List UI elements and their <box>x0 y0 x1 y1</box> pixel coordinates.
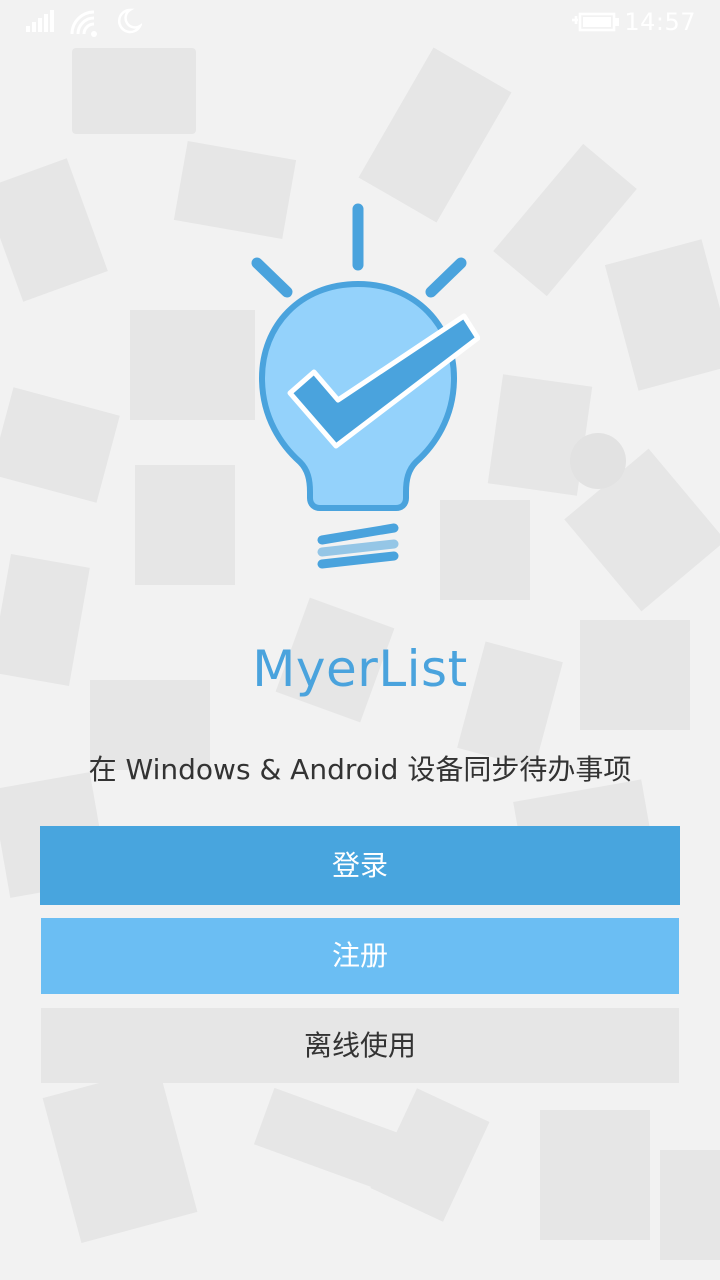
status-time: 14:57 <box>624 8 696 36</box>
wifi-icon <box>70 10 97 37</box>
status-bar: 14:57 <box>0 0 720 48</box>
app-title: MyerList <box>252 640 468 698</box>
register-button[interactable]: 注册 <box>41 918 679 994</box>
signal-icon <box>26 10 54 32</box>
offline-use-button[interactable]: 离线使用 <box>41 1008 679 1083</box>
lightbulb-check-icon <box>251 203 480 569</box>
login-button[interactable]: 登录 <box>40 826 680 905</box>
moon-icon <box>117 8 142 34</box>
battery-charging-icon <box>572 12 619 32</box>
app-tagline: 在 Windows & Android 设备同步待办事项 <box>88 753 632 786</box>
